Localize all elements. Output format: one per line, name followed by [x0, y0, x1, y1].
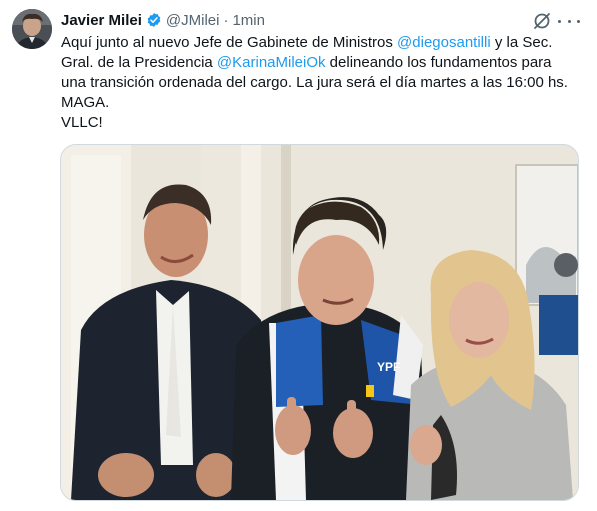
tweet-text-segment: MAGA.	[61, 94, 110, 111]
tweet-header: Javier Milei @JMilei · 1min	[61, 10, 265, 30]
author-name[interactable]: Javier Milei	[61, 12, 142, 29]
verified-badge-icon	[146, 12, 162, 28]
tweet-text-segment: una transición ordenada del cargo. La ju…	[61, 74, 568, 91]
avatar-image	[12, 9, 52, 49]
tweet-text-segment: y la Sec.	[490, 34, 553, 51]
tweet-text-line: VLLC!	[61, 113, 586, 133]
photo-image: YPF	[61, 145, 578, 500]
tweet-text-segment: Aquí junto al nuevo Jefe de Gabinete de …	[61, 34, 398, 51]
separator-dot: ·	[223, 11, 229, 29]
grok-icon[interactable]	[532, 11, 552, 31]
more-options-icon[interactable]	[558, 11, 580, 31]
timestamp[interactable]: 1min	[232, 12, 265, 29]
mention-link[interactable]: @diegosantilli	[397, 34, 491, 51]
tweet-text-segment: delineando los fundamentos para	[325, 54, 552, 71]
mention-link[interactable]: @KarinaMileiOk	[217, 54, 326, 71]
tweet-text-line: MAGA.	[61, 93, 586, 113]
tweet-text-segment: VLLC!	[61, 114, 103, 131]
jacket-logo-text: YPF	[377, 360, 400, 374]
tweet-text-line: una transición ordenada del cargo. La ju…	[61, 73, 586, 93]
tweet-text-line: Gral. de la Presidencia @KarinaMileiOk d…	[61, 53, 586, 73]
avatar[interactable]	[12, 9, 52, 49]
tweet-text-line: Aquí junto al nuevo Jefe de Gabinete de …	[61, 33, 586, 53]
tweet-text-segment: Gral. de la Presidencia	[61, 54, 217, 71]
author-handle[interactable]: @JMilei	[166, 12, 220, 29]
tweet: Javier Milei @JMilei · 1min Aquí junto a…	[0, 0, 597, 511]
tweet-text: Aquí junto al nuevo Jefe de Gabinete de …	[61, 33, 586, 133]
tweet-photo[interactable]: YPF	[60, 144, 579, 501]
